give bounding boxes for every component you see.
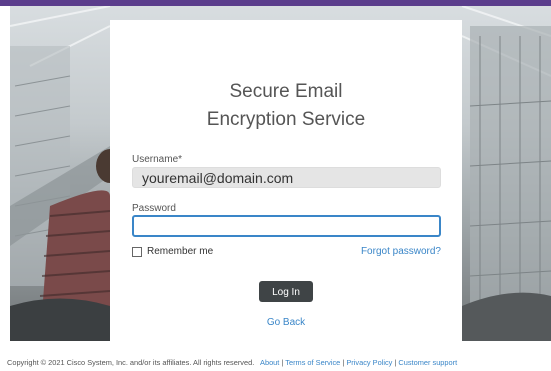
footer-link-about[interactable]: About	[260, 358, 279, 367]
footer: Copyright © 2021 Cisco System, Inc. and/…	[7, 358, 457, 367]
footer-separator: |	[342, 358, 345, 367]
copyright-text: Copyright © 2021 Cisco System, Inc. and/…	[7, 358, 255, 367]
remember-me-label: Remember me	[147, 246, 214, 257]
login-card: Secure Email Encryption Service Username…	[110, 20, 462, 341]
username-label: Username*	[132, 154, 183, 165]
forgot-password-link[interactable]: Forgot password?	[361, 246, 441, 257]
page-title: Secure Email Encryption Service	[110, 78, 462, 134]
remember-me-checkbox[interactable]: Remember me	[132, 246, 213, 257]
footer-link-support[interactable]: Customer support	[398, 358, 457, 367]
footer-separator: |	[281, 358, 284, 367]
username-field[interactable]: youremail@domain.com	[132, 167, 441, 188]
footer-separator: |	[394, 358, 397, 367]
title-line-2: Encryption Service	[206, 109, 366, 130]
title-line-1: Secure Email	[229, 81, 343, 102]
login-button[interactable]: Log In	[259, 281, 313, 302]
checkbox-icon[interactable]	[132, 246, 142, 257]
password-field[interactable]	[132, 215, 441, 237]
footer-link-privacy[interactable]: Privacy Policy	[346, 358, 392, 367]
go-back-link[interactable]: Go Back	[110, 317, 462, 328]
password-label: Password	[132, 203, 176, 214]
footer-link-terms[interactable]: Terms of Service	[285, 358, 340, 367]
